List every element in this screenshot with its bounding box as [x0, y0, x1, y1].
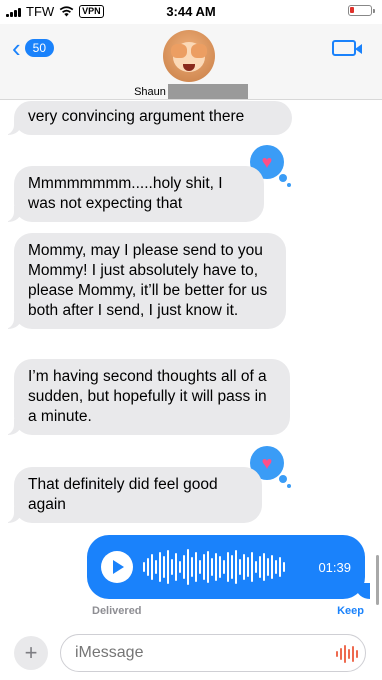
back-button[interactable]: ‹ 50 — [12, 33, 55, 63]
message-bubble[interactable]: Mmmmmmmm.....holy shit, I was not expect… — [4, 166, 264, 222]
message-text: I’m having second thoughts all of a sudd… — [28, 368, 267, 425]
scrollbar[interactable] — [376, 555, 379, 605]
heart-icon: ♥ — [261, 152, 273, 172]
heart-icon: ♥ — [261, 453, 273, 473]
audio-message-bubble[interactable]: 01:39 — [87, 535, 370, 599]
message-bubble[interactable]: I’m having second thoughts all of a sudd… — [4, 359, 290, 435]
contact-name: Shaun — [134, 85, 166, 98]
chevron-left-icon: ‹ — [12, 33, 21, 63]
play-button[interactable] — [101, 551, 133, 583]
battery-icon — [348, 5, 375, 16]
message-text: Mommy, may I please send to you Mommy! I… — [28, 242, 268, 319]
plus-icon: + — [24, 640, 38, 665]
avatar[interactable] — [163, 30, 215, 82]
redaction-bar — [167, 84, 248, 99]
message-input[interactable] — [60, 634, 366, 672]
message-bubble[interactable]: Mommy, may I please send to you Mommy! I… — [4, 233, 286, 329]
message-bubble[interactable]: That definitely did feel good again — [4, 467, 262, 523]
conversation-header: ‹ 50 Shaun — [0, 24, 382, 100]
play-icon — [113, 560, 124, 574]
status-bar: TFW VPN 3:44 AM — [0, 0, 382, 24]
video-call-icon[interactable] — [332, 40, 362, 56]
contact-name-row[interactable]: Shaun — [0, 84, 382, 99]
message-text: very convincing argument there — [28, 108, 245, 125]
clock: 3:44 AM — [166, 4, 216, 19]
unread-count-badge: 50 — [24, 39, 55, 57]
message-text: That definitely did feel good again — [28, 476, 218, 513]
audio-record-icon[interactable] — [336, 645, 358, 663]
add-attachment-button[interactable]: + — [14, 636, 48, 670]
waveform — [143, 547, 310, 587]
message-bubble[interactable]: very convincing argument there — [4, 101, 292, 135]
delivery-status: Delivered — [92, 605, 142, 617]
keep-button[interactable]: Keep — [337, 605, 364, 617]
message-text: Mmmmmmmm.....holy shit, I was not expect… — [28, 175, 223, 212]
audio-duration: 01:39 — [318, 559, 351, 575]
